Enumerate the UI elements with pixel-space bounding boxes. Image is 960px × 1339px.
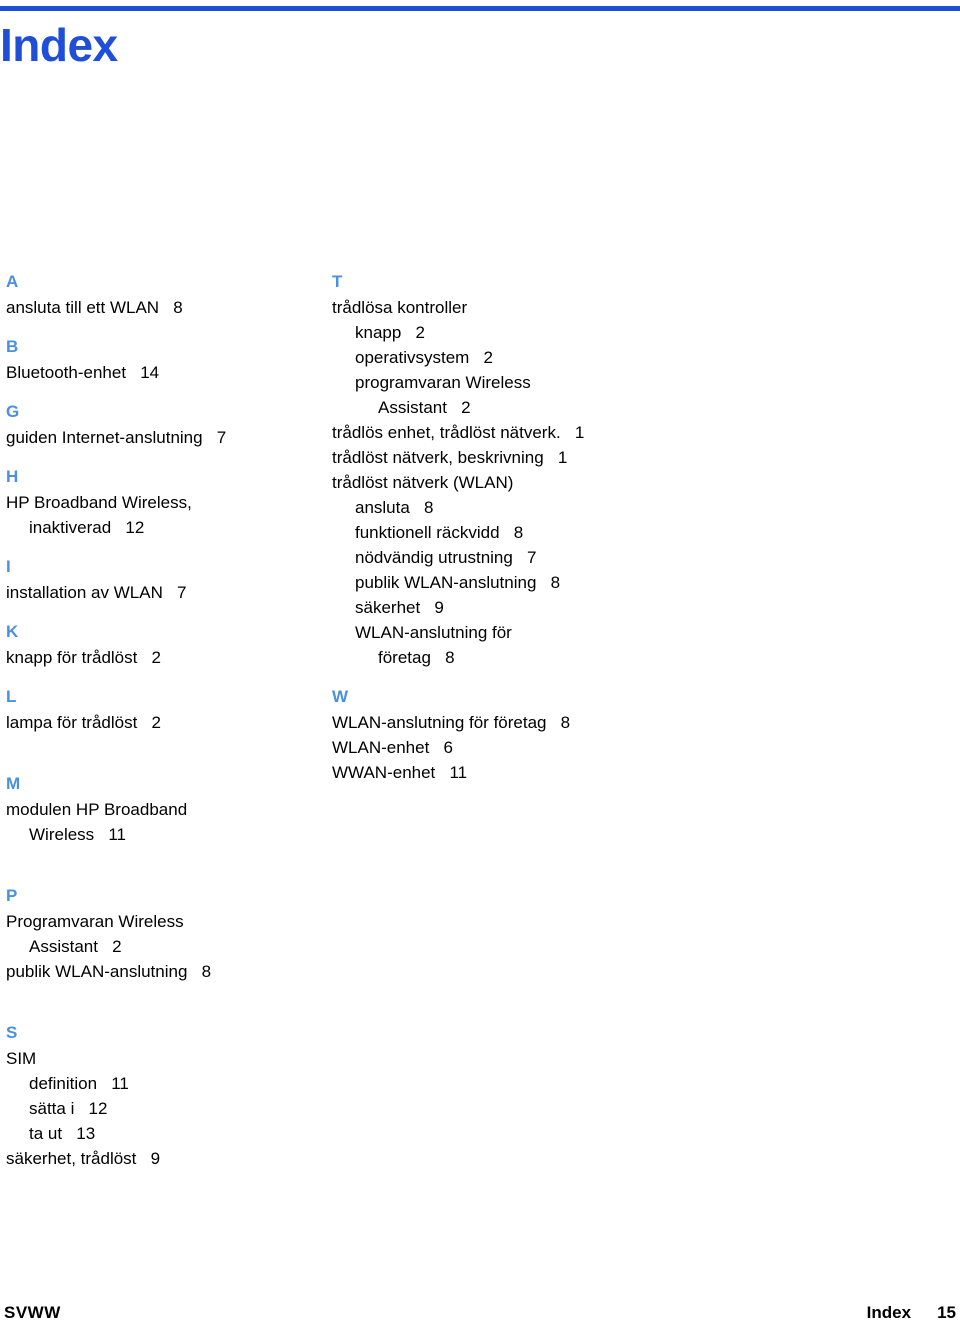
index-letter-g: G [6, 402, 20, 421]
index-letter-t: T [332, 272, 343, 291]
index-entry: definition 11 [29, 1074, 129, 1093]
index-entry: knapp för trådlöst 2 [6, 648, 161, 667]
index-entry: WLAN-anslutning för [355, 623, 512, 642]
index-entry: publik WLAN-anslutning 8 [355, 573, 561, 592]
index-letter-p: P [6, 886, 18, 905]
index-entry: WWAN-enhet 11 [332, 763, 468, 782]
index-entry: Wireless 11 [29, 825, 126, 844]
index-entry: trådlöst nätverk, beskrivning 1 [332, 448, 568, 467]
index-entry: programvaran Wireless [355, 373, 531, 392]
footer-page-number: 15 [937, 1303, 956, 1322]
index-entry: modulen HP Broadband [6, 800, 188, 819]
index-letter-h: H [6, 467, 19, 486]
footer-section: Index [866, 1303, 912, 1322]
index-entry: operativsystem 2 [355, 348, 493, 367]
index-letter-b: B [6, 337, 19, 356]
index-entry: Programvaran Wireless [6, 912, 184, 931]
index-entry: trådlösa kontroller [332, 298, 468, 317]
index-entry: WLAN-enhet 6 [332, 738, 453, 757]
index-column-right: Ttrådlösa kontroller knapp 2 operativsyste… [332, 272, 662, 785]
index-letter-k: K [6, 622, 19, 641]
index-entry: HP Broadband Wireless, [6, 493, 192, 512]
index-entry: Assistant 2 [378, 398, 471, 417]
index-entry: knapp 2 [355, 323, 425, 342]
index-column-left: Aansluta till ett WLAN 8 B Bluetooth-enhet… [6, 272, 306, 1171]
index-entry: installation av WLAN 7 [6, 583, 187, 602]
index-entry: Bluetooth-enhet 14 [6, 363, 160, 382]
page-title: Index [0, 19, 118, 71]
header-rule [0, 6, 960, 11]
index-entry: lampa för trådlöst 2 [6, 713, 161, 732]
index-entry: företag 8 [378, 648, 455, 667]
index-entry: publik WLAN-anslutning 8 [6, 962, 212, 981]
index-entry: sätta i 12 [29, 1099, 108, 1118]
index-entry: nödvändig utrustning 7 [355, 548, 537, 567]
index-letter-s: S [6, 1023, 18, 1042]
index-entry: trådlös enhet, trådlöst nätverk. 1 [332, 423, 585, 442]
index-letter-a: A [6, 272, 19, 291]
footer-page-info: Index 15 [867, 1303, 956, 1323]
index-entry: WLAN-anslutning för företag 8 [332, 713, 571, 732]
index-entry: inaktiverad 12 [29, 518, 145, 537]
index-entry: säkerhet 9 [355, 598, 444, 617]
index-entry: trådlöst nätverk (WLAN) [332, 473, 514, 492]
footer-locale: SVWW [4, 1303, 61, 1322]
index-entry: funktionell räckvidd 8 [355, 523, 524, 542]
index-entry: SIM [6, 1049, 37, 1068]
index-entry: säkerhet, trådlöst 9 [6, 1149, 161, 1168]
index-page: Index Aansluta till ett WLAN 8 B Bluetooth… [0, 0, 960, 1339]
index-entry: ansluta till ett WLAN 8 [6, 298, 183, 317]
index-entry: ta ut 13 [29, 1124, 96, 1143]
index-letter-i: I [6, 557, 11, 576]
index-letter-m: M [6, 774, 21, 793]
index-letter-l: L [6, 687, 17, 706]
index-entry: guiden Internet-anslutning 7 [6, 428, 227, 447]
index-entry: Assistant 2 [29, 937, 122, 956]
index-entry: ansluta 8 [355, 498, 434, 517]
index-letter-w: W [332, 687, 349, 706]
